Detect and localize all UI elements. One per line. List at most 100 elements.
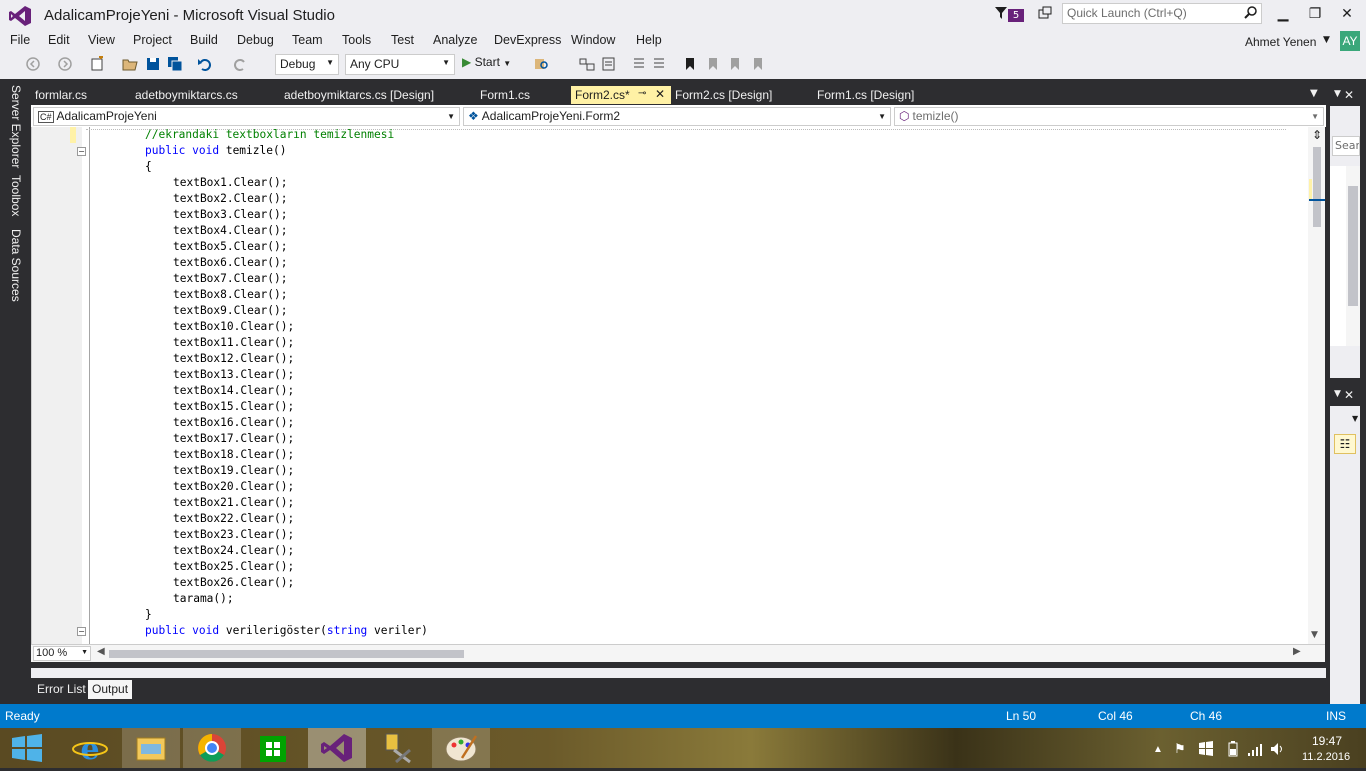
- save-all-icon[interactable]: [167, 56, 183, 72]
- notification-count-badge[interactable]: 5: [1008, 9, 1024, 22]
- action-center-flag-icon[interactable]: ⚑: [1174, 741, 1186, 757]
- volume-icon[interactable]: [1270, 741, 1286, 757]
- quick-launch-input[interactable]: Quick Launch (Ctrl+Q): [1062, 3, 1262, 24]
- close-button[interactable]: ✕: [1332, 4, 1362, 24]
- save-icon[interactable]: [145, 56, 161, 72]
- vertical-scrollbar[interactable]: ⇕ ▼: [1308, 127, 1325, 644]
- next-bookmark-icon[interactable]: [727, 56, 743, 72]
- battery-icon[interactable]: [1227, 741, 1239, 757]
- pane-menu-icon[interactable]: ▼: [1334, 89, 1341, 99]
- clock-date[interactable]: 11.2.2016: [1302, 751, 1350, 763]
- solution-configuration-dropdown[interactable]: Debug ▼: [275, 54, 339, 75]
- user-name[interactable]: Ahmet Yenen: [1245, 35, 1316, 49]
- scroll-thumb[interactable]: [109, 650, 464, 658]
- tab-formlar-cs[interactable]: formlar.cs: [31, 86, 91, 104]
- tab-form1-cs[interactable]: Form1.cs: [476, 86, 534, 104]
- menu-team[interactable]: Team: [292, 33, 323, 47]
- notification-flag-icon[interactable]: [994, 6, 1008, 20]
- close-pane-icon[interactable]: ✕: [1344, 88, 1354, 102]
- windows-flag-tray-icon[interactable]: [1198, 741, 1214, 757]
- type-dropdown[interactable]: ❖ AdalicamProjeYeni.Form2 ▼: [463, 107, 891, 126]
- code-editor[interactable]: − − //ekrandaki textboxların temizlenmes…: [31, 127, 1325, 644]
- tab-output[interactable]: Output: [88, 680, 133, 699]
- menu-view[interactable]: View: [88, 33, 115, 47]
- code-line: textBox8.Clear();: [173, 288, 288, 301]
- tab-overflow-dropdown-icon[interactable]: ▼: [1310, 88, 1318, 99]
- taskbar-chrome[interactable]: [183, 728, 241, 768]
- bookmark-icon[interactable]: [682, 56, 698, 72]
- pane-menu-icon[interactable]: ▼: [1334, 389, 1341, 399]
- menu-build[interactable]: Build: [190, 33, 218, 47]
- zoom-dropdown[interactable]: 100 % ▼: [33, 646, 91, 661]
- taskbar-file-explorer[interactable]: [122, 728, 180, 768]
- close-pane-icon[interactable]: ✕: [1344, 388, 1354, 402]
- start-debugging-button[interactable]: ▶ Start ▼: [462, 55, 522, 74]
- pin-icon[interactable]: ⊸: [638, 88, 646, 99]
- tab-adetboymiktarcs-design[interactable]: adetboymiktarcs.cs [Design]: [280, 86, 438, 104]
- windows-start-icon[interactable]: [10, 733, 44, 763]
- menu-tools[interactable]: Tools: [342, 33, 371, 47]
- menu-devexpress[interactable]: DevExpress: [494, 33, 561, 47]
- taskbar-tools-app[interactable]: [370, 728, 428, 768]
- menu-project[interactable]: Project: [133, 33, 172, 47]
- toolbox-tab[interactable]: Toolbox: [9, 175, 23, 216]
- open-file-icon[interactable]: [122, 56, 138, 72]
- comment-lines-icon[interactable]: [630, 56, 646, 72]
- menu-help[interactable]: Help: [636, 33, 662, 47]
- tab-form2-design[interactable]: Form2.cs [Design]: [671, 86, 776, 104]
- code-keyword: string: [326, 624, 368, 637]
- clock-time[interactable]: 19:47: [1312, 734, 1342, 748]
- avatar[interactable]: AY: [1340, 31, 1360, 51]
- tab-error-list[interactable]: Error List: [33, 680, 90, 699]
- chevron-down-icon[interactable]: ▼: [1352, 414, 1358, 423]
- data-sources-tab[interactable]: Data Sources: [9, 229, 23, 302]
- redo-icon[interactable]: [232, 56, 248, 72]
- solution-explorer-icon[interactable]: [579, 56, 595, 72]
- tab-adetboymiktarcs-cs[interactable]: adetboymiktarcs.cs: [131, 86, 242, 104]
- menu-debug[interactable]: Debug: [237, 33, 274, 47]
- close-tab-icon[interactable]: ✕: [655, 87, 665, 101]
- server-explorer-tab[interactable]: Server Explorer: [9, 85, 23, 168]
- taskbar-visual-studio[interactable]: [308, 728, 366, 768]
- change-marker: [1309, 179, 1312, 199]
- show-hidden-icons-icon[interactable]: ▲: [1153, 744, 1163, 755]
- menu-analyze[interactable]: Analyze: [433, 33, 477, 47]
- taskbar-store[interactable]: [244, 728, 302, 768]
- menu-file[interactable]: File: [10, 33, 30, 47]
- clear-bookmarks-icon[interactable]: [750, 56, 766, 72]
- split-view-icon[interactable]: ⇕: [1309, 128, 1325, 142]
- scroll-thumb[interactable]: [1313, 147, 1321, 227]
- network-signal-icon[interactable]: [1247, 741, 1263, 757]
- feedback-icon[interactable]: [1037, 6, 1053, 22]
- scroll-thumb[interactable]: [1348, 186, 1358, 306]
- taskbar-internet-explorer[interactable]: e: [61, 728, 119, 768]
- tab-form2-cs[interactable]: Form2.cs* ⊸ ✕: [571, 86, 671, 104]
- menu-window[interactable]: Window: [571, 33, 615, 47]
- search-icon[interactable]: [1244, 6, 1258, 20]
- search-input[interactable]: Sear: [1332, 136, 1360, 156]
- minimize-button[interactable]: ▁: [1268, 4, 1298, 24]
- scroll-down-icon[interactable]: ▼: [1311, 630, 1318, 640]
- menu-test[interactable]: Test: [391, 33, 414, 47]
- chevron-down-icon[interactable]: ▼: [1323, 35, 1330, 45]
- member-dropdown[interactable]: ⬡ temizle() ▼: [894, 107, 1324, 126]
- navigate-forward-icon[interactable]: [57, 56, 73, 72]
- project-dropdown[interactable]: C# AdalicamProjeYeni ▼: [33, 107, 460, 126]
- navigate-back-icon[interactable]: [25, 56, 41, 72]
- scroll-right-icon[interactable]: ▶: [1293, 646, 1301, 657]
- uncomment-lines-icon[interactable]: [652, 56, 668, 72]
- new-project-icon[interactable]: [89, 56, 105, 72]
- restore-button[interactable]: ❐: [1300, 4, 1330, 24]
- properties-icon[interactable]: [600, 56, 616, 72]
- taskbar-paint[interactable]: [432, 728, 490, 768]
- collapse-region-icon[interactable]: −: [77, 627, 86, 636]
- find-in-files-icon[interactable]: [533, 56, 549, 72]
- previous-bookmark-icon[interactable]: [705, 56, 721, 72]
- categorized-icon[interactable]: ☷: [1334, 434, 1356, 454]
- scroll-left-icon[interactable]: ◀: [97, 646, 105, 657]
- undo-icon[interactable]: [197, 56, 213, 72]
- solution-platform-dropdown[interactable]: Any CPU ▼: [345, 54, 455, 75]
- menu-edit[interactable]: Edit: [48, 33, 70, 47]
- tab-form1-design[interactable]: Form1.cs [Design]: [813, 86, 918, 104]
- collapse-region-icon[interactable]: −: [77, 147, 86, 156]
